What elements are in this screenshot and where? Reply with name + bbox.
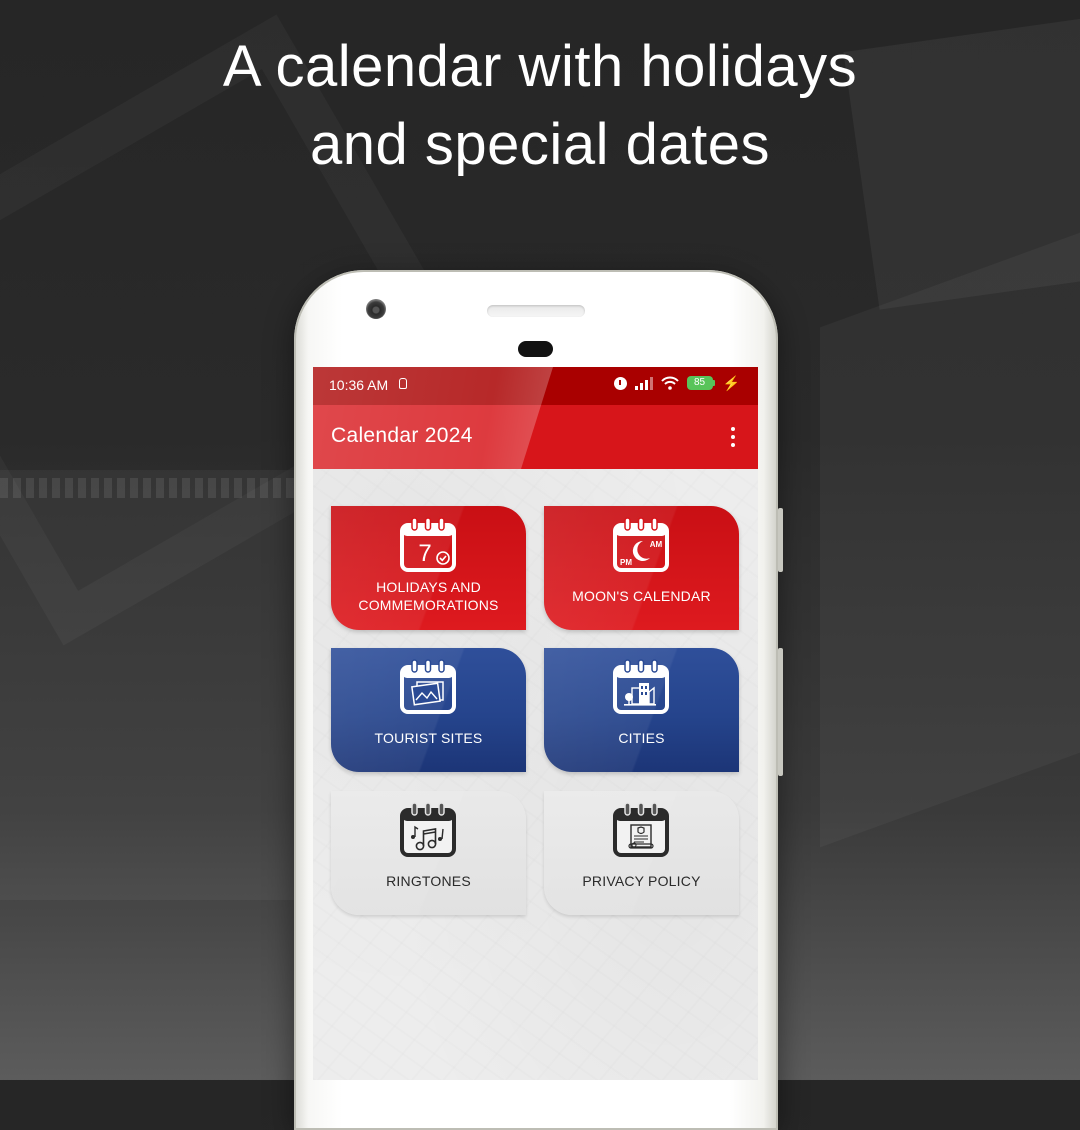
battery-icon: 85 (686, 376, 715, 390)
app-screen: 10:36 AM 85 ⚡ Calendar 2024 7 HOLIDAYS A… (313, 367, 758, 1080)
phone-power-button (778, 508, 783, 572)
tile-label: PRIVACY POLICY (582, 873, 701, 889)
more-vertical-icon[interactable] (730, 427, 736, 447)
tile-holidays-and-commemorations[interactable]: 7 HOLIDAYS AND COMMEMORATIONS (331, 506, 526, 630)
tile-tourist-sites[interactable]: TOURIST SITES (331, 648, 526, 772)
background-calendar-page (820, 232, 1080, 848)
front-camera-icon (366, 299, 386, 319)
promo-headline: A calendar with holidays and special dat… (0, 28, 1080, 184)
status-time: 10:36 AM (329, 377, 389, 393)
tile-label: MOON'S CALENDAR (572, 588, 711, 604)
headline-line-2: and special dates (310, 112, 770, 177)
phone-volume-button (778, 648, 783, 776)
headline-line-1: A calendar with holidays (222, 34, 858, 99)
app-toolbar: Calendar 2024 (313, 405, 758, 469)
battery-level: 85 (686, 376, 713, 390)
calendar-document-icon (613, 802, 669, 857)
svg-text:AM: AM (650, 540, 663, 549)
svg-text:7: 7 (418, 540, 431, 567)
tile-label: HOLIDAYS AND COMMEMORATIONS (358, 579, 499, 613)
tile-cities[interactable]: CITIES (544, 648, 739, 772)
tile-moons-calendar[interactable]: AM PM MOON'S CALENDAR (544, 506, 739, 630)
calendar-music-icon (400, 802, 456, 857)
tile-privacy-policy[interactable]: PRIVACY POLICY (544, 791, 739, 915)
calendar-photos-icon (400, 659, 456, 714)
tile-label: TOURIST SITES (374, 730, 483, 746)
app-title: Calendar 2024 (331, 424, 473, 447)
wifi-icon (660, 376, 679, 390)
tile-label: CITIES (618, 730, 665, 746)
calendar-moon-icon: AM PM (613, 517, 669, 572)
phone-speaker (487, 305, 585, 317)
tile-label: RINGTONES (386, 873, 471, 889)
calendar-day-check-icon: 7 (400, 517, 456, 572)
background-spiral-binding (0, 478, 295, 498)
background-calendar-pad (0, 470, 300, 900)
tile-ringtones[interactable]: RINGTONES (331, 791, 526, 915)
svg-text:PM: PM (620, 558, 632, 567)
status-bar: 10:36 AM 85 ⚡ (313, 367, 758, 405)
sim-icon (399, 378, 407, 389)
calendar-city-icon (613, 659, 669, 714)
alarm-icon (613, 376, 627, 390)
signal-icon (634, 376, 653, 390)
phone-sensor (518, 341, 553, 357)
charging-bolt-icon: ⚡ (722, 375, 740, 391)
